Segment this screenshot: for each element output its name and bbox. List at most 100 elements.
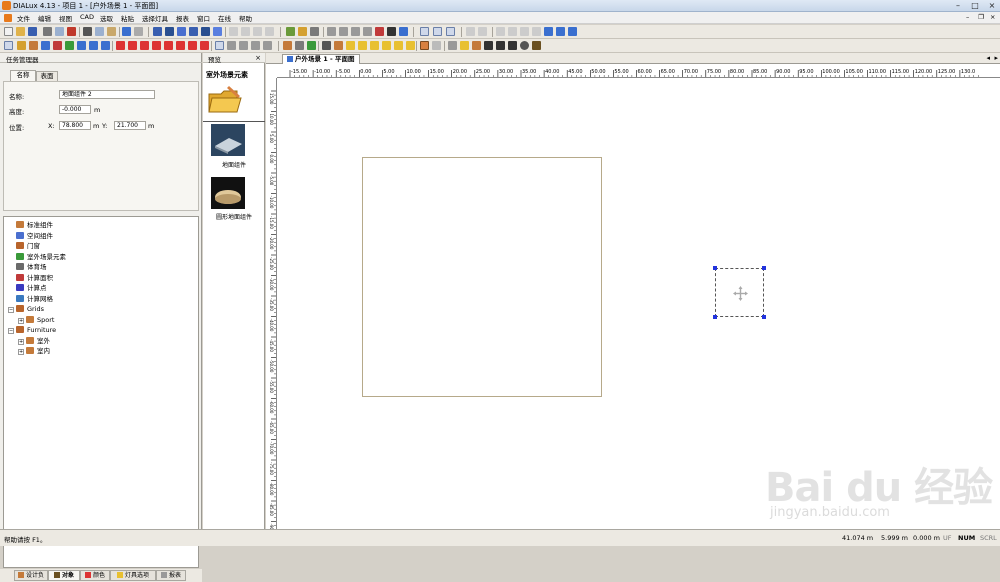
red-tool-4-icon[interactable]	[152, 41, 161, 50]
tree-item[interactable]: 门窗	[8, 241, 40, 251]
red-tool-3-icon[interactable]	[140, 41, 149, 50]
maximize-icon[interactable]: □	[967, 0, 983, 11]
red-tool-2-icon[interactable]	[128, 41, 137, 50]
selected-ground-element[interactable]	[713, 266, 766, 319]
open-folder-icon[interactable]	[16, 27, 25, 36]
report-text-icon[interactable]	[532, 27, 541, 36]
window-split-icon[interactable]	[556, 27, 565, 36]
zoom-out-icon[interactable]	[89, 41, 98, 50]
mdi-minimize-icon[interactable]: –	[966, 13, 969, 21]
minimize-icon[interactable]: –	[950, 0, 966, 11]
dimension-icon[interactable]	[65, 41, 74, 50]
light-3-icon[interactable]	[370, 41, 379, 50]
lamp-icon[interactable]	[460, 41, 469, 50]
red-tool-7-icon[interactable]	[188, 41, 197, 50]
luminaire-select-icon[interactable]	[286, 27, 295, 36]
luminaire-arrange-icon[interactable]	[310, 27, 319, 36]
tree-expander-icon[interactable]	[8, 274, 14, 280]
measure-icon[interactable]	[53, 41, 62, 50]
tab-design[interactable]: 设计负	[14, 570, 48, 581]
zoom-fit-icon[interactable]	[466, 27, 475, 36]
color-icon[interactable]	[432, 41, 441, 50]
menu-cad[interactable]: CAD	[80, 13, 94, 21]
tree-expander-icon[interactable]: +	[18, 338, 24, 345]
tree-expander-icon[interactable]	[8, 221, 14, 227]
menu-edit[interactable]: 编辑	[38, 13, 51, 23]
move-icon[interactable]	[29, 41, 38, 50]
tab-name[interactable]: 名称	[10, 70, 36, 81]
tree-expander-icon[interactable]	[8, 284, 14, 290]
line-tool-icon[interactable]	[484, 41, 493, 50]
view-side-icon[interactable]	[177, 27, 186, 36]
redo-icon[interactable]	[134, 27, 143, 36]
tree-item[interactable]: + 室内	[18, 346, 50, 356]
view-3d-icon[interactable]	[153, 27, 162, 36]
wireframe-view-icon[interactable]	[433, 27, 442, 36]
grid-view-icon[interactable]	[420, 27, 429, 36]
view-back-icon[interactable]	[201, 27, 210, 36]
texture-icon[interactable]	[420, 41, 429, 50]
light-1-icon[interactable]	[346, 41, 355, 50]
menu-report[interactable]: 报表	[176, 13, 189, 23]
save-icon[interactable]	[28, 27, 37, 36]
calc-icon[interactable]	[375, 27, 384, 36]
undo-icon[interactable]	[122, 27, 131, 36]
curve-tool-icon[interactable]	[508, 41, 517, 50]
render-icon[interactable]	[327, 27, 336, 36]
tab-luminaire-options[interactable]: 灯具选项	[110, 570, 156, 581]
preview-close-icon[interactable]: ×	[255, 54, 261, 62]
tree-object-icon[interactable]	[307, 41, 316, 50]
tree-item[interactable]: + Sport	[18, 315, 54, 325]
cut-icon[interactable]	[83, 27, 92, 36]
tree-item[interactable]: + 室外	[18, 336, 50, 346]
doc-menu-icon[interactable]	[4, 14, 12, 22]
tree-item[interactable]: 体育场	[8, 262, 47, 272]
tree-expander-icon[interactable]: +	[18, 317, 24, 324]
align-icon[interactable]	[253, 27, 262, 36]
tree-expander-icon[interactable]	[8, 263, 14, 269]
menu-help[interactable]: 帮助	[239, 13, 252, 23]
view-front-icon[interactable]	[189, 27, 198, 36]
camera-icon[interactable]	[351, 27, 360, 36]
selection-handle-tr[interactable]	[762, 266, 766, 270]
tab-plan-view[interactable]: 户外场景 1 - 平面图	[282, 54, 360, 64]
tree-expander-icon[interactable]	[8, 253, 14, 259]
tree-item[interactable]: 空间组件	[8, 231, 53, 241]
menu-online[interactable]: 在线	[218, 13, 231, 23]
arrange-icon[interactable]	[265, 27, 274, 36]
menu-view[interactable]: 视图	[59, 13, 72, 23]
pdf-icon[interactable]	[67, 27, 76, 36]
menu-file[interactable]: 文件	[17, 13, 30, 23]
zoom-extent-icon[interactable]	[101, 41, 110, 50]
tree-expander-icon[interactable]	[8, 295, 14, 301]
selection-handle-br[interactable]	[762, 315, 766, 319]
wizard-icon[interactable]	[399, 27, 408, 36]
tree-expander-icon[interactable]: +	[18, 349, 24, 355]
light-5-icon[interactable]	[394, 41, 403, 50]
ies-icon[interactable]	[448, 41, 457, 50]
ground-element-outline[interactable]	[362, 157, 602, 397]
lamp-data-icon[interactable]	[472, 41, 481, 50]
copy-icon[interactable]	[95, 27, 104, 36]
tab-scroll-left-icon[interactable]: ◂	[986, 54, 990, 62]
print-icon[interactable]	[43, 27, 52, 36]
furniture-icon[interactable]	[283, 41, 292, 50]
red-tool-8-icon[interactable]	[200, 41, 209, 50]
menu-paste[interactable]: 粘贴	[121, 13, 134, 23]
pointer-select-icon[interactable]	[4, 41, 13, 50]
selection-handle-tl[interactable]	[713, 266, 717, 270]
select-arrow-icon[interactable]	[215, 41, 224, 50]
new-file-icon[interactable]	[4, 27, 13, 36]
window-tile-icon[interactable]	[568, 27, 577, 36]
light-6-icon[interactable]	[406, 41, 415, 50]
solid-view-icon[interactable]	[446, 27, 455, 36]
tree-expander-icon[interactable]	[8, 242, 14, 248]
raytracer-icon[interactable]	[339, 27, 348, 36]
mirror-icon[interactable]	[241, 27, 250, 36]
y-field[interactable]: 21.700	[114, 121, 146, 130]
block-tool-icon[interactable]	[532, 41, 541, 50]
pan-icon[interactable]	[17, 41, 26, 50]
tree-expander-icon[interactable]: −	[8, 307, 14, 313]
tree-item[interactable]: 计算网格	[8, 294, 53, 304]
tab-surface[interactable]: 表面	[36, 71, 58, 81]
